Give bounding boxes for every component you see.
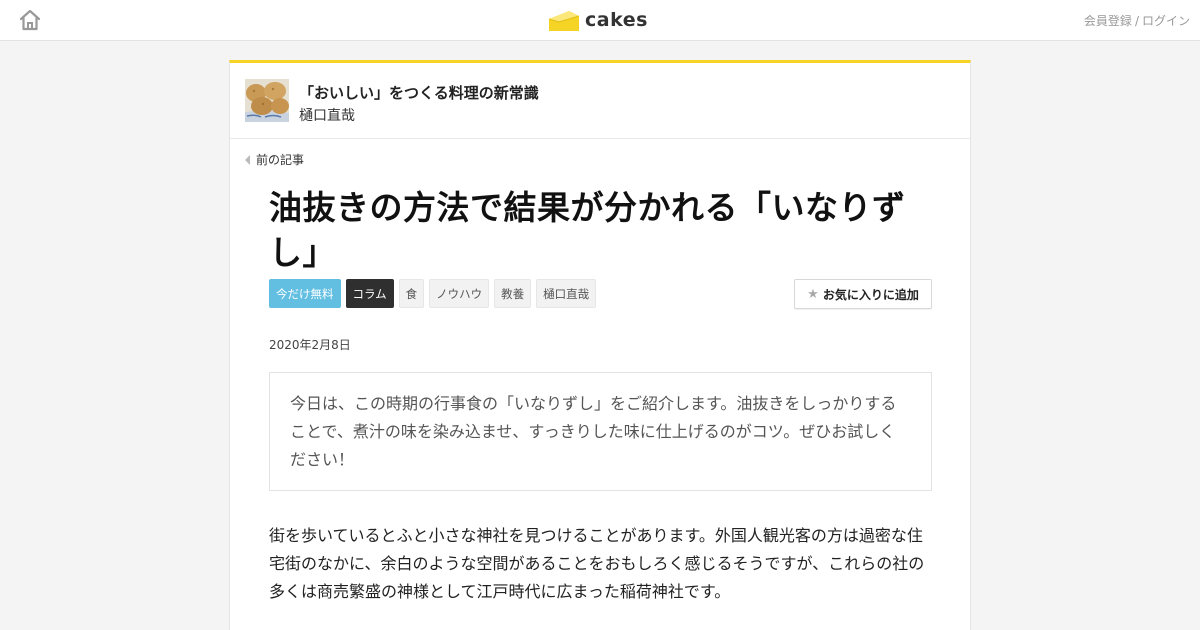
series-header[interactable]: 「おいしい」をつくる料理の新常識 樋口直哉: [230, 63, 970, 139]
article-title: 油抜きの方法で結果が分かれる「いなりずし」: [269, 188, 906, 272]
tag-author[interactable]: 樋口直哉: [536, 279, 597, 308]
tag-free[interactable]: 今だけ無料: [269, 279, 341, 308]
triangle-left-icon: [245, 154, 250, 165]
top-bar: cakes 会員登録 / ログイン: [0, 0, 1200, 41]
logo-text: cakes: [585, 9, 648, 31]
tag-food[interactable]: 食: [398, 279, 425, 308]
cakes-logo[interactable]: cakes: [547, 6, 648, 34]
article-body: 街を歩いているとふと小さな神社を見つけることがあります。外国人観光客の方は過密な…: [269, 526, 925, 601]
login-link[interactable]: ログイン: [1142, 14, 1190, 28]
publish-date: 2020年2月8日: [269, 338, 351, 352]
register-link[interactable]: 会員登録: [1084, 14, 1132, 28]
add-favorite-label: お気に入りに追加: [822, 287, 919, 302]
auth-links: 会員登録 / ログイン: [1084, 12, 1190, 29]
tag-knowhow[interactable]: ノウハウ: [429, 279, 490, 308]
prev-article-link[interactable]: 前の記事: [245, 151, 304, 168]
home-icon[interactable]: [18, 8, 42, 32]
star-icon: ★: [807, 286, 819, 302]
article-card: 「おいしい」をつくる料理の新常識 樋口直哉 前の記事 油抜きの方法で結果が分かれ…: [229, 60, 971, 630]
series-title[interactable]: 「おいしい」をつくる料理の新常識: [299, 82, 539, 103]
tag-column[interactable]: コラム: [345, 279, 394, 308]
article-lead: 今日は、この時期の行事食の「いなりずし」をご紹介します。油抜きをしっかりすること…: [269, 372, 932, 491]
auth-separator: /: [1134, 14, 1139, 28]
series-thumbnail[interactable]: [245, 79, 289, 122]
tag-list: 今だけ無料 コラム 食 ノウハウ 教養 樋口直哉: [269, 279, 597, 308]
cheese-wedge-icon: [548, 11, 580, 31]
series-author[interactable]: 樋口直哉: [299, 105, 355, 125]
add-favorite-button[interactable]: ★ お気に入りに追加: [794, 279, 932, 309]
tag-culture[interactable]: 教養: [494, 279, 532, 308]
prev-article-label: 前の記事: [256, 153, 305, 167]
